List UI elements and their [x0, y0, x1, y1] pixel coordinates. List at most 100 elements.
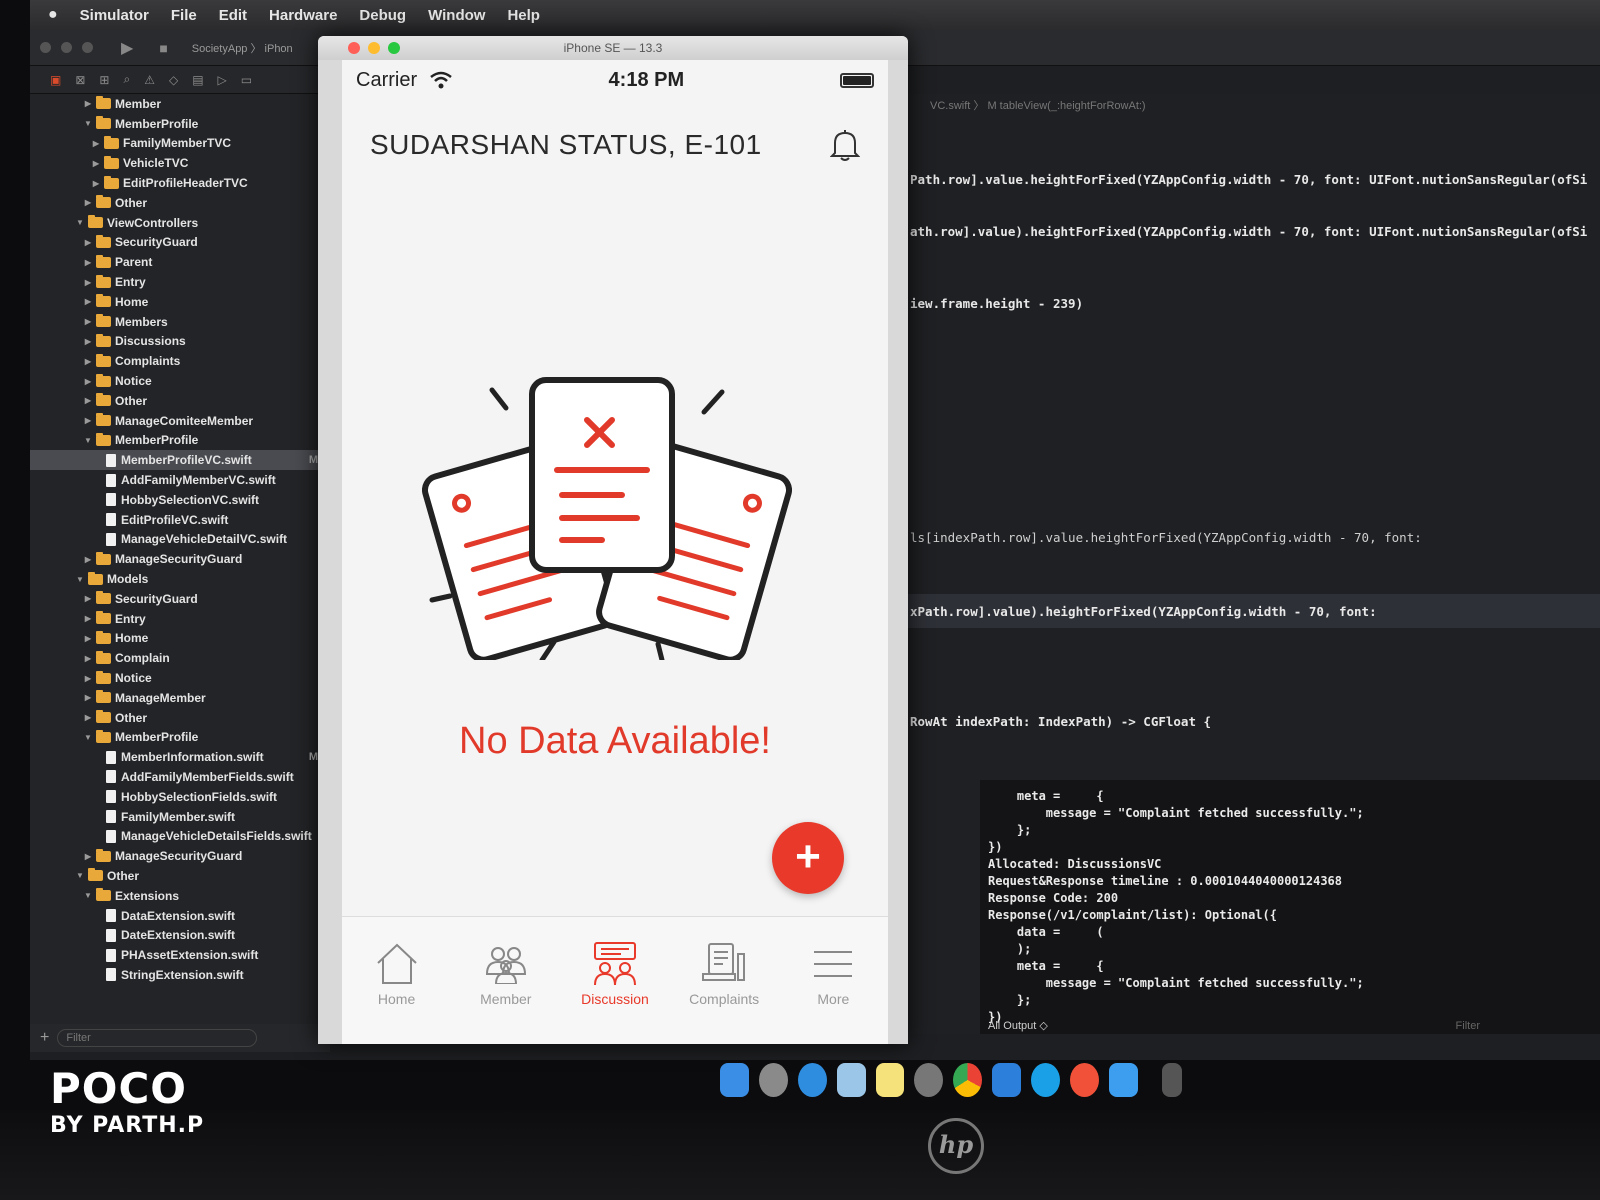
navigator-group-row[interactable]: ▶ ManageComiteeMember — [30, 411, 330, 431]
disclosure-triangle-icon[interactable]: ▶ — [82, 198, 94, 207]
disclosure-triangle-icon[interactable]: ▼ — [74, 871, 86, 880]
navigator-group-row[interactable]: ▶ ManageMember — [30, 688, 330, 708]
disclosure-triangle-icon[interactable]: ▶ — [82, 852, 94, 861]
navigator-file-row[interactable]: AddFamilyMemberVC.swift — [30, 470, 330, 490]
disclosure-triangle-icon[interactable]: ▶ — [82, 278, 94, 287]
menu-debug[interactable]: Debug — [359, 7, 406, 24]
tab-discussion[interactable]: Discussion — [565, 937, 665, 1044]
navigator-group-row[interactable]: ▶ Members — [30, 312, 330, 332]
project-navigator-icon[interactable]: ▣ — [50, 73, 61, 87]
debug-navigator-icon[interactable]: ▤ — [192, 73, 203, 87]
source-control-icon[interactable]: ⊠ — [75, 73, 85, 87]
navigator-group-row[interactable]: ▶ SecurityGuard — [30, 233, 330, 253]
disclosure-triangle-icon[interactable]: ▶ — [82, 693, 94, 702]
navigator-group-row[interactable]: ▶ Parent — [30, 252, 330, 272]
navigator-file-row[interactable]: MemberInformation.swift M — [30, 747, 330, 767]
disclosure-triangle-icon[interactable]: ▶ — [82, 594, 94, 603]
navigator-group-row[interactable]: ▼ MemberProfile — [30, 431, 330, 451]
navigator-group-row[interactable]: ▼ Other — [30, 866, 330, 886]
disclosure-triangle-icon[interactable]: ▼ — [74, 575, 86, 584]
navigator-group-row[interactable]: ▼ ViewControllers — [30, 213, 330, 233]
bell-icon[interactable] — [830, 128, 860, 162]
navigator-group-row[interactable]: ▼ MemberProfile — [30, 114, 330, 134]
code-editor[interactable]: VC.swift 〉 M tableView(_:heightForRowAt:… — [890, 94, 1600, 1034]
window-close-dot[interactable] — [40, 42, 51, 53]
navigator-file-row[interactable]: AddFamilyMemberFields.swift — [30, 767, 330, 787]
chrome-icon[interactable] — [953, 1063, 983, 1097]
menu-window[interactable]: Window — [428, 7, 485, 24]
add-icon[interactable]: + — [40, 1029, 49, 1047]
navigator-group-row[interactable]: ▶ Notice — [30, 371, 330, 391]
report-navigator-icon[interactable]: ▭ — [241, 73, 252, 87]
disclosure-triangle-icon[interactable]: ▶ — [82, 258, 94, 267]
tab-complaints[interactable]: Complaints — [674, 937, 774, 1044]
window-minimize-dot[interactable] — [61, 42, 72, 53]
navigator-group-row[interactable]: ▶ ManageSecurityGuard — [30, 549, 330, 569]
disclosure-triangle-icon[interactable]: ▶ — [82, 297, 94, 306]
navigator-file-row[interactable]: PHAssetExtension.swift — [30, 945, 330, 965]
disclosure-triangle-icon[interactable]: ▶ — [82, 238, 94, 247]
navigator-file-row[interactable]: ManageVehicleDetailsFields.swift — [30, 826, 330, 846]
disclosure-triangle-icon[interactable]: ▶ — [82, 99, 94, 108]
navigator-group-row[interactable]: ▶ Notice — [30, 668, 330, 688]
navigator-file-row[interactable]: EditProfileVC.swift — [30, 510, 330, 530]
navigator-group-row[interactable]: ▶ Entry — [30, 272, 330, 292]
disclosure-triangle-icon[interactable]: ▼ — [74, 218, 86, 227]
add-button[interactable]: + — [772, 822, 844, 894]
run-icon[interactable]: ▶ — [121, 38, 133, 58]
disclosure-triangle-icon[interactable]: ▼ — [82, 119, 94, 128]
disclosure-triangle-icon[interactable]: ▶ — [90, 139, 102, 148]
menu-hardware[interactable]: Hardware — [269, 7, 337, 24]
apple-icon[interactable]: ● — [48, 6, 58, 24]
preview-icon[interactable] — [836, 1063, 866, 1097]
disclosure-triangle-icon[interactable]: ▶ — [82, 377, 94, 386]
disclosure-triangle-icon[interactable]: ▶ — [82, 713, 94, 722]
scheme-selector[interactable]: SocietyApp 〉 iPhon — [192, 40, 293, 56]
disclosure-triangle-icon[interactable]: ▶ — [82, 555, 94, 564]
disclosure-triangle-icon[interactable]: ▼ — [82, 733, 94, 742]
navigator-file-row[interactable]: DataExtension.swift — [30, 906, 330, 926]
navigator-group-row[interactable]: ▼ Extensions — [30, 886, 330, 906]
navigator-file-row[interactable]: ManageVehicleDetailVC.swift — [30, 530, 330, 550]
disclosure-triangle-icon[interactable]: ▶ — [82, 654, 94, 663]
test-navigator-icon[interactable]: ◇ — [169, 73, 178, 87]
navigator-file-row[interactable]: MemberProfileVC.swift M — [30, 450, 330, 471]
navigator-group-row[interactable]: ▼ Models — [30, 569, 330, 589]
navigator-group-row[interactable]: ▶ Other — [30, 391, 330, 411]
disclosure-triangle-icon[interactable]: ▶ — [90, 179, 102, 188]
disclosure-triangle-icon[interactable]: ▼ — [82, 436, 94, 445]
disclosure-triangle-icon[interactable]: ▶ — [82, 634, 94, 643]
console-output-selector[interactable]: All Output ◇ — [988, 1019, 1048, 1032]
navigator-group-row[interactable]: ▶ ManageSecurityGuard — [30, 846, 330, 866]
safari-icon[interactable] — [797, 1063, 827, 1097]
navigator-group-row[interactable]: ▶ Other — [30, 708, 330, 728]
system-preferences-icon[interactable] — [914, 1063, 944, 1097]
menu-help[interactable]: Help — [507, 7, 540, 24]
navigator-group-row[interactable]: ▶ Entry — [30, 609, 330, 629]
navigator-file-row[interactable]: FamilyMember.swift — [30, 807, 330, 827]
navigator-group-row[interactable]: ▶ Home — [30, 629, 330, 649]
navigator-file-row[interactable]: DateExtension.swift — [30, 925, 330, 945]
menu-edit[interactable]: Edit — [219, 7, 247, 24]
swift-playgrounds-icon[interactable] — [1069, 1063, 1099, 1097]
trash-icon[interactable] — [1161, 1063, 1182, 1097]
navigator-group-row[interactable]: ▶ SecurityGuard — [30, 589, 330, 609]
disclosure-triangle-icon[interactable]: ▶ — [82, 396, 94, 405]
navigator-group-row[interactable]: ▶ Member — [30, 94, 330, 114]
navigator-file-row[interactable]: StringExtension.swift — [30, 965, 330, 985]
stop-icon[interactable]: ■ — [159, 40, 167, 56]
disclosure-triangle-icon[interactable]: ▶ — [82, 674, 94, 683]
disclosure-triangle-icon[interactable]: ▶ — [82, 337, 94, 346]
menu-file[interactable]: File — [171, 7, 197, 24]
disclosure-triangle-icon[interactable]: ▶ — [82, 357, 94, 366]
navigator-group-row[interactable]: ▼ MemberProfile — [30, 728, 330, 748]
issue-navigator-icon[interactable]: ⚠ — [144, 73, 155, 87]
xcode-icon[interactable] — [992, 1063, 1021, 1097]
navigator-group-row[interactable]: ▶ Complain — [30, 648, 330, 668]
find-navigator-icon[interactable]: ⌕ — [123, 72, 130, 87]
navigator-group-row[interactable]: ▶ Complaints — [30, 351, 330, 371]
disclosure-triangle-icon[interactable]: ▶ — [82, 416, 94, 425]
tab-home[interactable]: Home — [347, 937, 447, 1044]
simulator-icon[interactable] — [1108, 1063, 1138, 1097]
disclosure-triangle-icon[interactable]: ▶ — [90, 159, 102, 168]
